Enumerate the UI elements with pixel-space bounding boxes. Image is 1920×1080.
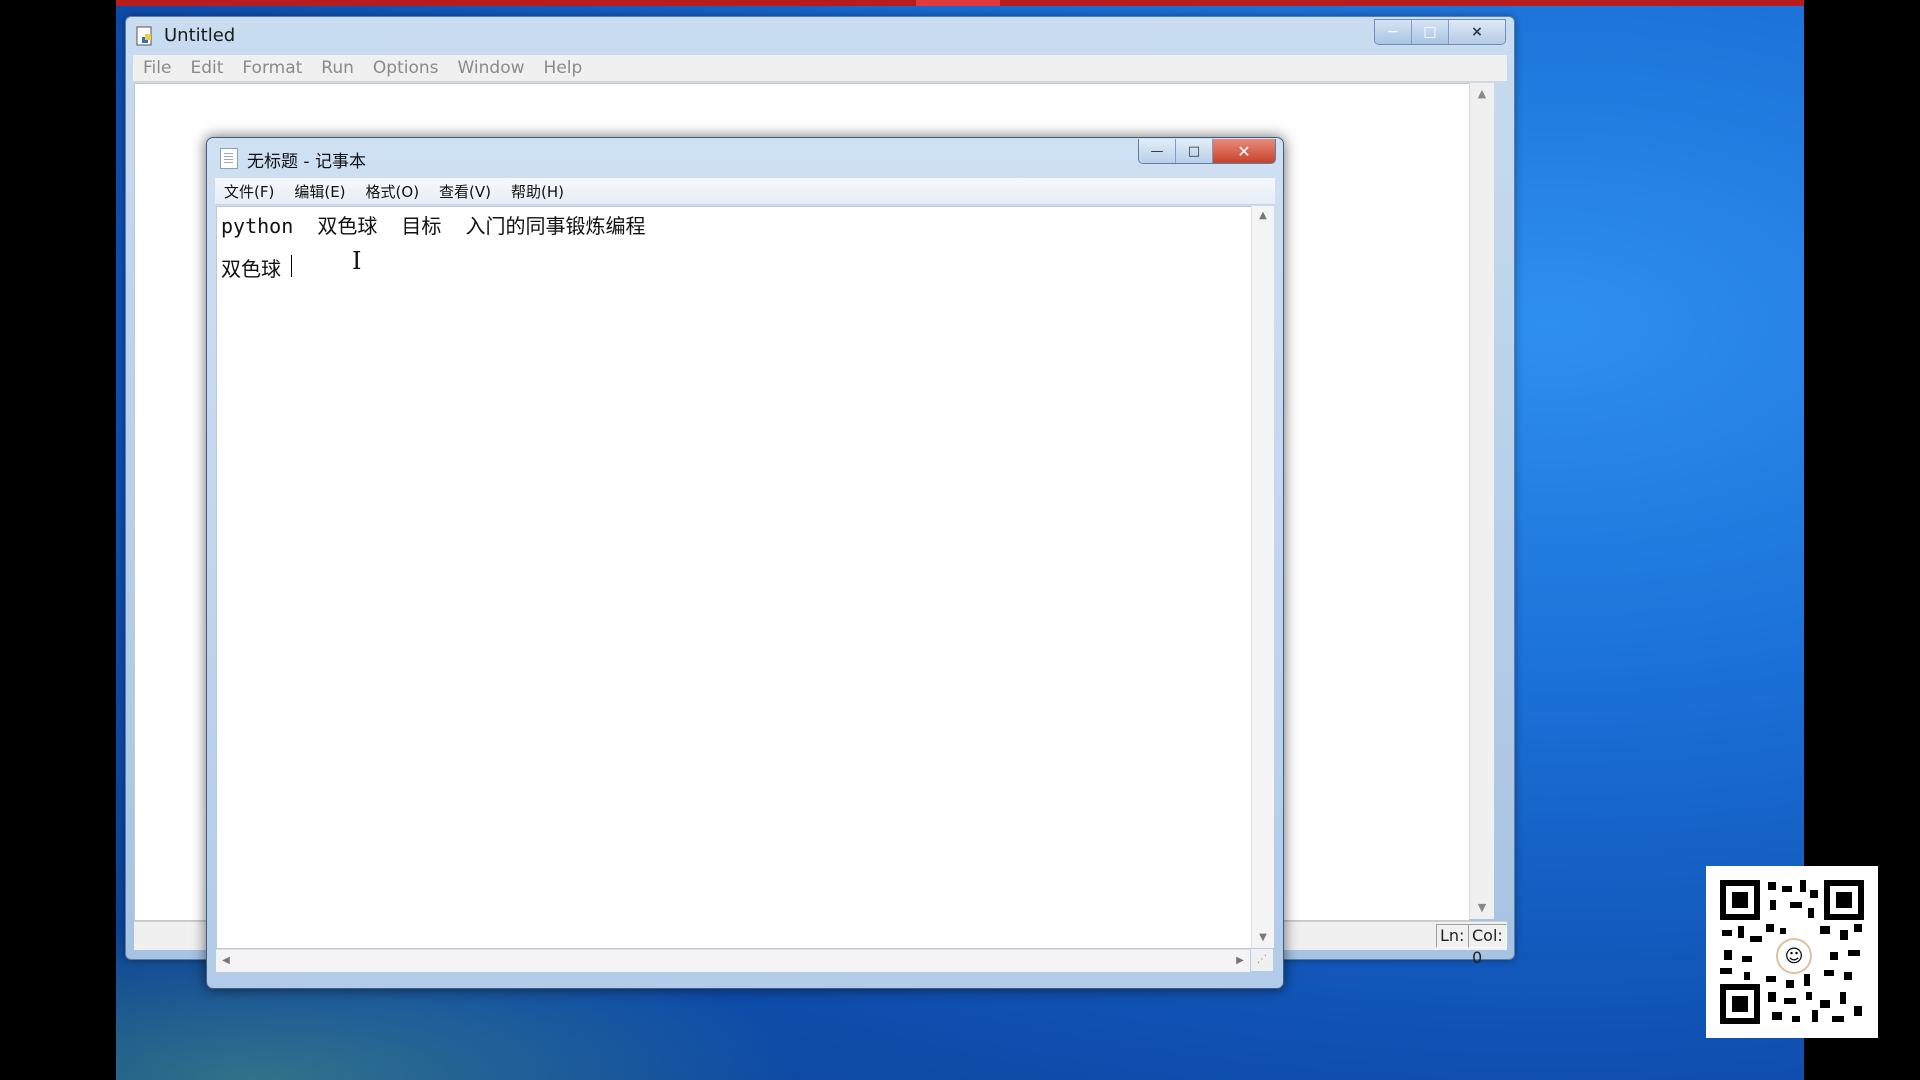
- notepad-menu-format[interactable]: 格式(O): [366, 181, 420, 202]
- menu-edit[interactable]: Edit: [190, 58, 223, 78]
- notepad-menu-file[interactable]: 文件(F): [224, 181, 274, 202]
- notepad-title: 无标题 - 记事本: [247, 152, 366, 172]
- scroll-up-arrow-icon[interactable]: ▲: [1252, 206, 1274, 226]
- menu-format[interactable]: Format: [242, 58, 302, 78]
- notepad-menu-help[interactable]: 帮助(H): [511, 181, 564, 202]
- notepad-close-button[interactable]: ✕: [1213, 139, 1275, 163]
- notepad-window-controls: — □ ✕: [1138, 139, 1276, 164]
- minimize-button[interactable]: −: [1375, 20, 1411, 44]
- notepad-menu-view[interactable]: 查看(V): [439, 181, 491, 202]
- text-caret: [291, 255, 292, 277]
- scroll-down-arrow-icon[interactable]: ▼: [1252, 928, 1274, 948]
- top-strip: [116, 0, 1804, 6]
- menu-options[interactable]: Options: [373, 58, 439, 78]
- qr-code: ☺: [1706, 866, 1878, 1038]
- idle-titlebar[interactable]: Untitled − □ ×: [126, 17, 1514, 55]
- notepad-vertical-scrollbar[interactable]: ▲ ▼: [1251, 206, 1274, 948]
- notepad-window: 无标题 - 记事本 — □ ✕ 文件(F) 编辑(E) 格式(O) 查看(V) …: [206, 137, 1284, 989]
- menu-file[interactable]: File: [143, 58, 171, 78]
- notepad-minimize-button[interactable]: —: [1139, 139, 1176, 163]
- menu-run[interactable]: Run: [321, 58, 354, 78]
- menu-window[interactable]: Window: [458, 58, 525, 78]
- idle-window-title: Untitled: [164, 25, 236, 46]
- status-col: Col: 0: [1468, 924, 1507, 967]
- avatar-icon: ☺: [1776, 938, 1812, 974]
- notepad-text-area[interactable]: python 双色球 目标 入门的同事锻炼编程 双色球 I: [216, 206, 1252, 949]
- scroll-right-arrow-icon[interactable]: ▶: [1230, 950, 1250, 972]
- python-idle-icon: [136, 26, 152, 46]
- scroll-up-arrow-icon[interactable]: ▲: [1470, 83, 1494, 105]
- resize-grip-icon[interactable]: ⋰: [1251, 949, 1273, 971]
- maximize-button[interactable]: □: [1411, 20, 1448, 44]
- notepad-icon: [220, 148, 238, 169]
- idle-vertical-scrollbar[interactable]: ▲ ▼: [1469, 83, 1494, 919]
- close-button[interactable]: ×: [1448, 20, 1505, 44]
- text-line-1: python 双色球 目标 入门的同事锻炼编程: [221, 214, 646, 238]
- idle-menubar: File Edit Format Run Options Window Help: [133, 55, 1507, 82]
- notepad-menu-edit[interactable]: 编辑(E): [294, 181, 345, 202]
- i-beam-cursor-icon: I: [352, 247, 362, 275]
- notepad-horizontal-scrollbar[interactable]: ◀ ▶: [216, 949, 1250, 972]
- scroll-down-arrow-icon[interactable]: ▼: [1470, 897, 1494, 919]
- text-line-2: 双色球: [221, 257, 281, 281]
- scroll-left-arrow-icon[interactable]: ◀: [216, 950, 236, 972]
- top-strip-highlight: [916, 0, 1000, 6]
- notepad-menubar: 文件(F) 编辑(E) 格式(O) 查看(V) 帮助(H): [215, 178, 1275, 205]
- idle-window-controls: − □ ×: [1374, 19, 1506, 45]
- menu-help[interactable]: Help: [544, 58, 583, 78]
- notepad-maximize-button[interactable]: □: [1176, 139, 1213, 163]
